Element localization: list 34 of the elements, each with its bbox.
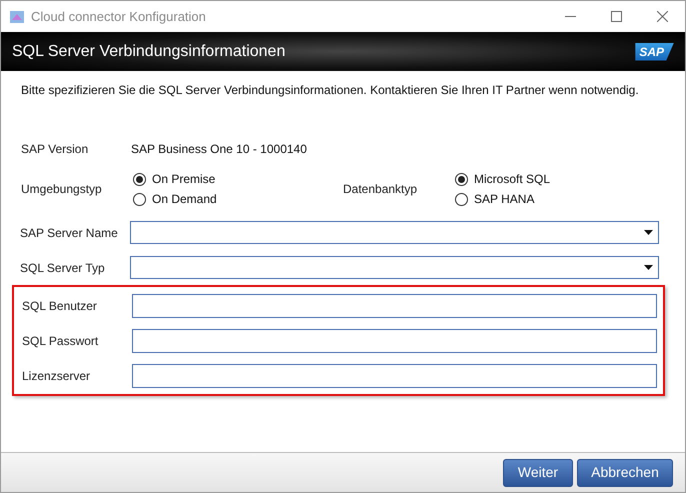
version-value: SAP Business One 10 - 1000140	[131, 141, 307, 158]
radio-button[interactable]	[133, 192, 146, 206]
radio-label: On Premise	[152, 171, 216, 188]
radio-label: On Demand	[152, 191, 217, 208]
dropdown-arrow-icon	[644, 265, 653, 270]
text-field[interactable]	[132, 328, 657, 352]
field-label: Umgebungstyp	[21, 181, 103, 198]
field-label: Lizenzserver	[22, 368, 92, 384]
app-icon	[9, 8, 25, 24]
field-label: SQL Passwort	[22, 332, 100, 350]
radio-label: Microsoft SQL	[474, 171, 550, 188]
field-label: SAP Version	[21, 141, 90, 158]
dialog-button[interactable]: Abbrechen	[577, 458, 673, 486]
dropdown-field[interactable]	[130, 256, 659, 279]
radio-button[interactable]	[133, 172, 146, 186]
sap-logo: SAP	[635, 42, 674, 60]
field-label: SQL Server Typ	[20, 260, 106, 276]
text-field[interactable]	[132, 294, 657, 318]
field-label: Datenbanktyp	[343, 181, 418, 198]
dropdown-arrow-icon	[644, 230, 653, 235]
close-icon	[656, 11, 668, 22]
field-label: SQL Benutzer	[22, 298, 98, 314]
text-field[interactable]	[132, 364, 657, 388]
header-title: SQL Server Verbindungsinformationen	[12, 42, 286, 62]
dialog-button[interactable]: Weiter	[503, 458, 573, 486]
radio-label: SAP HANA	[474, 191, 534, 208]
window-title: Cloud connector Konfiguration	[31, 8, 206, 26]
maximize-icon	[610, 11, 622, 22]
minimize-icon	[564, 16, 576, 17]
radio-button[interactable]	[455, 172, 468, 186]
dropdown-field[interactable]	[130, 221, 659, 244]
radio-button[interactable]	[455, 192, 468, 206]
field-label: SAP Server Name	[20, 224, 119, 242]
description-text: Bitte spezifizieren Sie die SQL Server Verbindungsinformationen. Kontaktieren Sie Ihren IT Partner wenn notwendig.	[21, 82, 640, 99]
